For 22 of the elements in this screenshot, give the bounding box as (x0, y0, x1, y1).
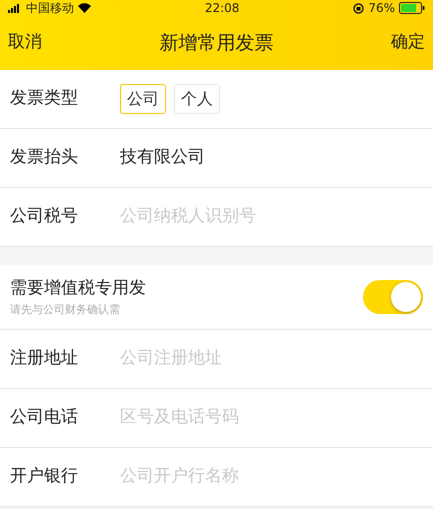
field-label: 公司电话 (10, 406, 79, 430)
wifi-icon (78, 3, 91, 13)
field-label: 发票抬头 (10, 146, 79, 170)
confirm-button[interactable]: 确定 (391, 30, 425, 56)
rotation-lock-icon (353, 2, 364, 14)
field-label: 开户银行 (10, 465, 79, 488)
toggle-label: 需要增值税专用发 (10, 277, 146, 300)
invoice-type-option[interactable]: 公司 (120, 84, 166, 114)
page-title: 新增常用发票 (160, 30, 274, 56)
signal-icon (8, 4, 22, 12)
battery-percent: 76% (368, 0, 395, 16)
invoice-type-option[interactable]: 个人 (174, 84, 220, 114)
toggle-switch[interactable] (363, 280, 423, 314)
input-field[interactable]: 技有限公司 (120, 145, 423, 171)
clock: 22:08 (204, 0, 240, 16)
toggle-hint: 请先与公司财务确认需 (10, 302, 121, 318)
field-label: 发票类型 (10, 87, 79, 110)
carrier-name: 中国移动 (26, 0, 74, 16)
field-label: 公司税号 (10, 205, 79, 228)
field-label: 注册地址 (10, 347, 79, 370)
battery-icon (398, 2, 425, 14)
cancel-button[interactable]: 取消 (8, 30, 42, 56)
